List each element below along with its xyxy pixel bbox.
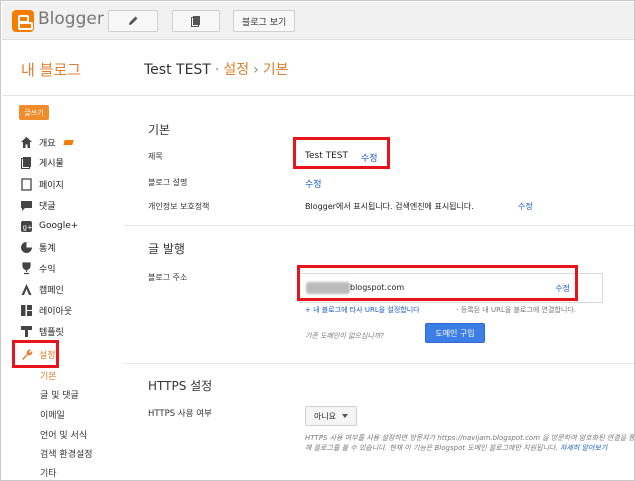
campaigns-icon <box>19 282 33 296</box>
learn-more-link[interactable]: 자세히 알아보기 <box>560 444 607 452</box>
https-description: HTTPS 사용 여부를 사용 설정하면 방문자가 https://navija… <box>305 433 634 453</box>
section-divider <box>123 225 634 226</box>
sidebar-item-label: Google+ <box>39 221 79 231</box>
address-highlight-box <box>297 265 578 301</box>
title-highlight-box <box>293 137 390 169</box>
page-header: 내 블로그 Test TEST · 설정 › 기본 <box>2 41 634 96</box>
sidebar-item-label: 게시물 <box>39 158 64 169</box>
basic-section-title: 기본 <box>148 123 171 137</box>
new-post-toolbar-button[interactable] <box>108 10 158 32</box>
privacy-edit-link[interactable]: 수정 <box>518 201 533 212</box>
campaign-tag-icon <box>62 139 74 145</box>
description-label: 블로그 설명 <box>148 178 188 187</box>
custom-domain-link[interactable]: + 내 블로그에 타사 URL을 설정합니다 <box>305 305 420 315</box>
sub-item-search-preferences[interactable]: 검색 환경설정 <box>40 447 93 460</box>
manage-posts-toolbar-button[interactable] <box>172 10 220 32</box>
sidebar-item-label: 댓글 <box>39 201 56 212</box>
sidebar: 글쓰기 개요 게시물 페이지 댓글 g+ Google+ 통계 수익 캠페인 레… <box>2 97 122 480</box>
new-post-button[interactable]: 글쓰기 <box>19 105 49 120</box>
sidebar-item-label: 레이아웃 <box>39 306 73 317</box>
sidebar-item-label: 템플릿 <box>39 327 64 338</box>
breadcrumb-separator: › <box>253 62 259 78</box>
sub-item-language-format[interactable]: 언어 및 서식 <box>40 428 87 441</box>
brand-name[interactable]: Blogger <box>38 9 104 29</box>
pages-icon <box>19 177 33 191</box>
app-window: Blogger 블로그 보기 내 블로그 Test TEST · 설정 › 기본 글쓰기… <box>0 0 635 481</box>
sidebar-item-label: 개요 <box>39 138 56 149</box>
sidebar-item-label: 통계 <box>39 243 56 254</box>
privacy-label: 개인정보 보호정책 <box>148 202 210 211</box>
layout-icon <box>19 303 33 317</box>
publishing-section-title: 글 발행 <box>148 242 185 256</box>
settings-highlight-box <box>12 340 59 368</box>
google-plus-icon: g+ <box>19 219 33 233</box>
sidebar-item-stats[interactable]: 통계 <box>19 238 56 256</box>
sub-item-basic[interactable]: 기본 <box>40 369 57 382</box>
comments-icon <box>19 198 33 212</box>
section-divider <box>123 363 634 364</box>
sidebar-item-google-plus[interactable]: g+ Google+ <box>19 217 78 235</box>
sidebar-item-layout[interactable]: 레이아웃 <box>19 301 72 319</box>
breadcrumb-settings[interactable]: 설정 <box>223 62 249 78</box>
sidebar-item-template[interactable]: 템플릿 <box>19 322 64 340</box>
privacy-value: Blogger에서 표시됩니다. 검색엔진에 표시됩니다. <box>305 202 474 211</box>
https-dropdown-value: 아니요 <box>313 411 337 421</box>
sub-item-email[interactable]: 이메일 <box>40 408 65 421</box>
svg-text:g+: g+ <box>22 223 32 231</box>
description-edit-link[interactable]: 수정 <box>305 177 322 190</box>
address-label: 블로그 주소 <box>148 273 188 282</box>
settings-main: 기본 제목 Test TEST 수정 블로그 설명 수정 개인정보 보호정책 B… <box>123 97 634 480</box>
title-label: 제목 <box>148 152 163 161</box>
buy-domain-button[interactable]: 도메인 구입 <box>425 323 485 343</box>
posts-icon <box>19 155 33 169</box>
sidebar-item-overview[interactable]: 개요 <box>19 133 74 151</box>
copy-icon <box>191 16 200 27</box>
top-bar: Blogger 블로그 보기 <box>2 2 634 40</box>
custom-domain-note: - 등록된 내 URL을 블로그에 연결합니다. <box>456 306 576 314</box>
breadcrumb: Test TEST · 설정 › 기본 <box>144 59 288 79</box>
sidebar-item-comments[interactable]: 댓글 <box>19 196 56 214</box>
sidebar-item-posts[interactable]: 게시물 <box>19 153 64 171</box>
home-icon <box>19 135 33 149</box>
template-icon <box>19 324 33 338</box>
breadcrumb-basic: 기본 <box>262 62 289 78</box>
view-blog-button[interactable]: 블로그 보기 <box>233 10 296 32</box>
sidebar-item-label: 페이지 <box>39 180 64 191</box>
sub-item-posts-comments[interactable]: 글 및 댓글 <box>40 388 79 401</box>
breadcrumb-separator: · <box>214 62 220 78</box>
sidebar-item-label: 캠페인 <box>39 285 64 296</box>
earnings-icon <box>19 261 33 275</box>
https-availability-dropdown[interactable]: 아니요 <box>305 406 357 426</box>
sidebar-item-label: 수익 <box>39 264 56 275</box>
stats-icon <box>19 240 33 254</box>
sidebar-item-campaigns[interactable]: 캠페인 <box>19 280 64 298</box>
sidebar-item-earnings[interactable]: 수익 <box>19 259 56 277</box>
sub-item-other[interactable]: 기타 <box>40 466 57 479</box>
chevron-down-icon <box>342 414 349 418</box>
no-domain-question: 기존 도메인이 없으십니까? <box>305 332 385 340</box>
blogger-logo-icon[interactable] <box>12 10 34 32</box>
breadcrumb-blog-name[interactable]: Test TEST <box>144 62 211 78</box>
https-section-title: HTTPS 설정 <box>148 379 213 393</box>
sidebar-item-pages[interactable]: 페이지 <box>19 175 64 193</box>
my-blogs-link[interactable]: 내 블로그 <box>21 59 81 80</box>
pencil-icon <box>129 16 138 25</box>
https-availability-label: HTTPS 사용 여부 <box>148 409 212 419</box>
